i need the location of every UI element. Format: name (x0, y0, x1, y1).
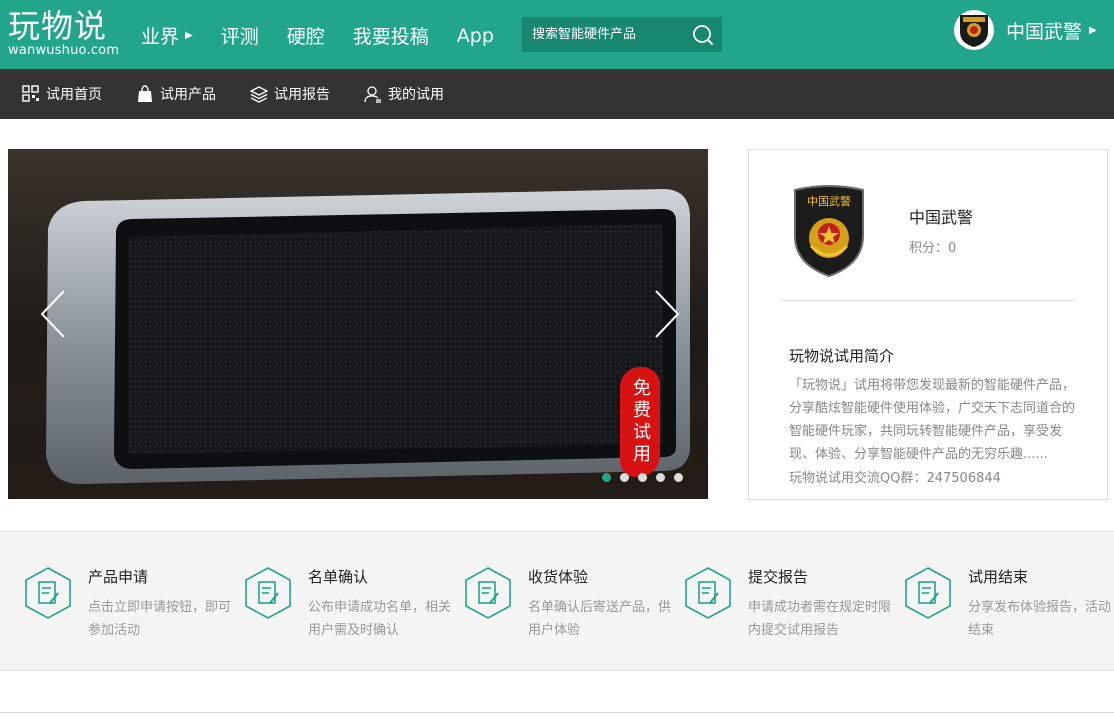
nav-label: 硬腔 (286, 26, 325, 48)
main-nav: 业界 ▶ 评测 硬腔 我要投稿 App (141, 22, 522, 49)
step-title: 试用结束 (968, 568, 1029, 586)
nav-item-review[interactable]: 评测 (221, 22, 259, 49)
chevron-left-icon[interactable] (38, 289, 68, 339)
step-title: 产品申请 (88, 568, 149, 586)
speaker-product-image (8, 189, 708, 499)
nav-item-submit[interactable]: 我要投稿 (353, 22, 429, 49)
divider (779, 300, 1077, 301)
subnav-label: 试用首页 (46, 87, 102, 103)
user-badge-avatar[interactable]: 中国武警 (791, 184, 867, 282)
profile-name: 中国武警 (909, 208, 974, 227)
logo-domain: wanwushuo.com (8, 43, 120, 58)
nav-item-hardware[interactable]: 硬腔 (287, 22, 325, 49)
qq-group: 玩物说试用交流QQ群：247506844 (789, 471, 1001, 486)
avatar (954, 10, 994, 50)
chevron-right-icon[interactable] (652, 289, 682, 339)
layers-icon (250, 86, 268, 103)
site-logo[interactable]: 玩物说 wanwushuo.com (8, 8, 119, 58)
badge-text: 中国武警 (807, 194, 851, 208)
nav-label: 我要投稿 (352, 26, 429, 48)
intro-title: 玩物说试用简介 (789, 347, 895, 365)
step-desc: 点击立即申请按钮，即可参加活动 (88, 600, 232, 638)
subnav-label: 试用报告 (274, 87, 330, 103)
document-edit-icon (685, 567, 731, 619)
carousel-dots (602, 473, 692, 482)
subnav-item-reports[interactable]: 试用报告 (250, 84, 330, 104)
profile-card: 中国武警 中国武警 积分：0 玩物说试用简介 「玩物说」试用将带您发现最新的智能… (748, 149, 1108, 500)
carousel-dot[interactable] (620, 473, 629, 482)
subnav-item-products[interactable]: 试用产品 (136, 84, 216, 104)
document-edit-icon (245, 567, 291, 619)
subnav-item-my-trials[interactable]: 我的试用 (364, 84, 444, 104)
profile-points: 积分：0 (909, 241, 957, 256)
user-icon (364, 86, 381, 103)
nav-label: 业界 (141, 26, 180, 48)
nav-item-app[interactable]: App (457, 25, 494, 47)
intro-text: 「玩物说」试用将带您发现最新的智能硬件产品，分享酷炫智能硬件使用体验，广交天下志… (789, 378, 1076, 462)
caret-right-icon: ▶ (185, 30, 193, 41)
search-icon[interactable] (692, 24, 714, 46)
carousel-dot[interactable] (638, 473, 647, 482)
nav-label: 评测 (220, 26, 259, 48)
subnav-item-home[interactable]: 试用首页 (22, 84, 102, 104)
free-trial-stamp: 免费试用 (620, 367, 660, 477)
bag-icon (138, 85, 152, 102)
step-title: 收货体验 (528, 568, 589, 586)
divider (0, 712, 1114, 713)
stamp-text: 免费试用 (630, 378, 651, 466)
search-input[interactable] (522, 17, 687, 52)
step-desc: 分享发布体验报告，活动结束 (968, 600, 1112, 638)
subnav-label: 我的试用 (388, 87, 444, 103)
nav-item-industry[interactable]: 业界 ▶ (141, 22, 193, 49)
carousel-dot[interactable] (602, 473, 611, 482)
document-edit-icon (905, 567, 951, 619)
hero-carousel[interactable]: 免费试用 (8, 149, 708, 499)
logo-text: 玩物说 (8, 7, 108, 45)
step-title: 名单确认 (308, 568, 369, 586)
grid-icon (22, 85, 39, 102)
subnav-label: 试用产品 (160, 87, 216, 103)
step-desc: 公布申请成功名单，相关用户需及时确认 (308, 600, 452, 638)
top-header: 玩物说 wanwushuo.com 业界 ▶ 评测 硬腔 我要投稿 App 中国… (0, 0, 1114, 69)
step-desc: 名单确认后寄送产品，供用户体验 (528, 600, 672, 638)
sub-nav: 试用首页 试用产品 试用报告 我的试用 (0, 69, 1114, 119)
carousel-dot[interactable] (674, 473, 683, 482)
carousel-dot[interactable] (656, 473, 665, 482)
document-edit-icon (465, 567, 511, 619)
search-box (522, 17, 722, 52)
document-edit-icon (25, 567, 71, 619)
caret-right-icon: ▶ (1089, 24, 1097, 36)
username: 中国武警 (1006, 20, 1083, 43)
nav-label: App (456, 24, 494, 47)
user-menu[interactable]: 中国武警 ▶ (954, 10, 1097, 50)
step-desc: 申请成功者需在规定时限内提交试用报告 (748, 600, 892, 638)
police-badge-icon (960, 15, 988, 47)
police-badge-icon: 中国武警 (794, 185, 864, 278)
trial-steps: 产品申请 点击立即申请按钮，即可参加活动 名单确认 公布申请成功名单，相关用户需… (0, 531, 1114, 671)
step-title: 提交报告 (748, 568, 809, 586)
